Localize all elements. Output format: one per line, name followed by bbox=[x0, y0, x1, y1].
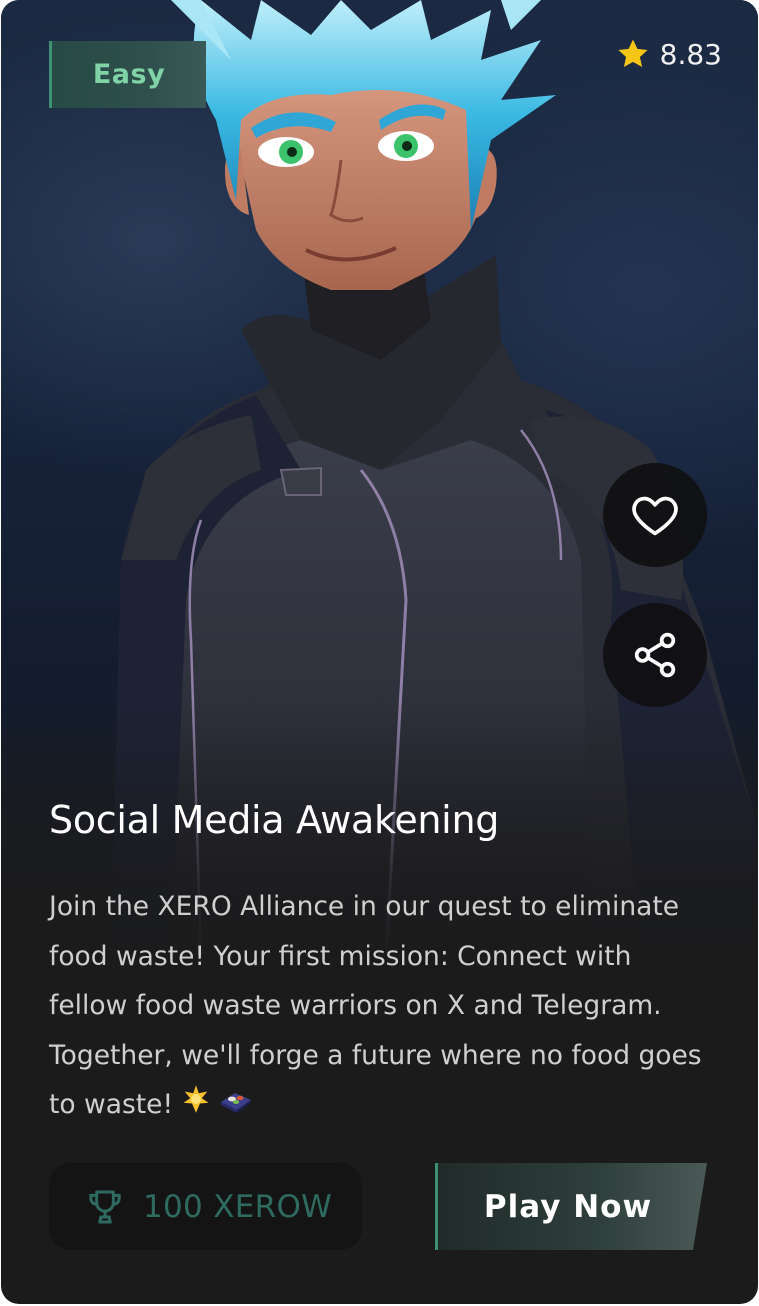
difficulty-label: Easy bbox=[92, 59, 166, 90]
heart-icon bbox=[632, 496, 678, 536]
star-icon bbox=[618, 39, 648, 68]
quest-description: Join the XERO Alliance in our quest to e… bbox=[49, 882, 709, 1130]
quest-title: Social Media Awakening bbox=[49, 798, 500, 842]
food-tray-emoji bbox=[219, 1081, 253, 1131]
play-now-label: Play Now bbox=[483, 1188, 653, 1225]
rating-value: 8.83 bbox=[659, 37, 722, 71]
sparkle-star-emoji bbox=[181, 1081, 211, 1131]
like-button[interactable] bbox=[603, 463, 707, 567]
rating: 8.83 bbox=[616, 34, 722, 74]
description-text: Join the XERO Alliance in our quest to e… bbox=[49, 891, 702, 1120]
trophy-icon bbox=[89, 1190, 121, 1223]
share-icon bbox=[634, 632, 676, 678]
share-button[interactable] bbox=[603, 603, 707, 707]
play-now-button[interactable]: Play Now bbox=[435, 1163, 707, 1250]
reward-badge: 100 XEROW bbox=[49, 1163, 362, 1250]
quest-card: Easy 8.83 Social Media Awakening Join th… bbox=[1, 0, 758, 1304]
difficulty-badge: Easy bbox=[49, 41, 206, 108]
reward-amount: 100 XEROW bbox=[143, 1188, 333, 1225]
